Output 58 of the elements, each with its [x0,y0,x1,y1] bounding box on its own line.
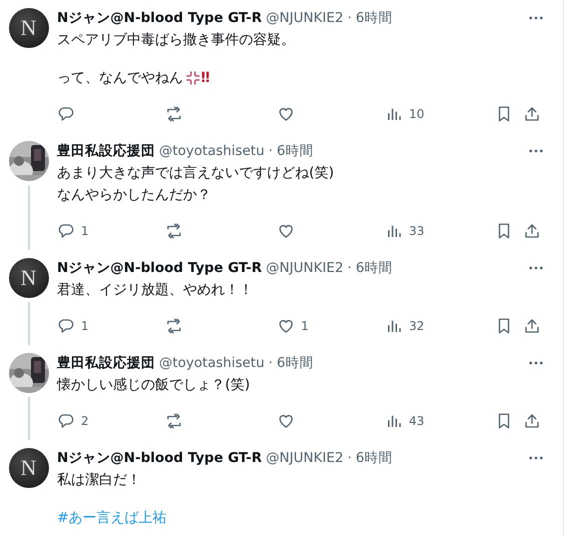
post-text: スペアリブ中毒ばら撒き事件の容疑。 [57,31,295,50]
heart-icon[interactable] [277,105,295,123]
repost-icon[interactable] [165,105,183,123]
separator-dot: · [347,10,352,26]
reply-count: 2 [81,414,89,428]
avatar[interactable]: N [8,8,48,48]
reply-icon[interactable] [57,105,75,123]
share-icon[interactable] [523,222,541,240]
exclamation-mark: ‼ [201,69,210,88]
reply-count: 1 [81,319,89,333]
separator-dot: · [268,355,273,371]
post-time[interactable]: 6時間 [276,142,314,160]
avatar-letter: N [20,265,36,291]
heart-icon[interactable] [277,222,295,240]
share-icon[interactable] [523,105,541,123]
author-handle[interactable]: @NJUNKIE2 [266,260,344,276]
repost-icon[interactable] [165,317,183,335]
author-name[interactable]: 豊田私設応援団 [57,354,155,372]
author-name[interactable]: 豊田私設応援団 [57,142,155,160]
share-icon[interactable] [523,412,541,430]
separator-dot: · [347,450,352,466]
view-count: 10 [409,107,424,121]
separator-dot: · [268,143,273,159]
author-handle[interactable]: @toyotashisetu [159,143,264,159]
reply-icon[interactable] [57,412,75,430]
post-text: 君達、イジリ放題、やめれ！！ [57,281,253,300]
author-name[interactable]: Nジャン@N-blood Type GT-R [57,259,262,277]
post-time[interactable]: 6時間 [356,259,392,277]
author-handle[interactable]: @toyotashisetu [159,355,264,371]
author-handle[interactable]: @NJUNKIE2 [266,450,344,466]
like-count: 1 [301,319,309,333]
post-time[interactable]: 6時間 [276,354,314,372]
post-text: あまり大きな声では言えないですけどね(笑) [57,164,334,183]
heart-icon[interactable] [277,317,295,335]
post-text: 懐かしい感じの飯でしょ？(笑) [57,376,250,395]
avatar[interactable]: N [8,448,48,488]
reply-icon[interactable] [57,222,75,240]
repost-icon[interactable] [165,222,183,240]
view-count: 43 [409,414,424,428]
share-icon[interactable] [523,317,541,335]
separator-dot: · [347,260,352,276]
post-time[interactable]: 6時間 [356,9,392,27]
reply-count: 1 [81,224,89,238]
heart-icon[interactable] [277,412,295,430]
view-count: 32 [409,319,424,333]
repost-icon[interactable] [165,412,183,430]
avatar[interactable]: N [8,258,48,298]
reply-icon[interactable] [57,317,75,335]
author-name[interactable]: Nジャン@N-blood Type GT-R [57,9,262,27]
post-text: なんやらかしたんだか？ [57,186,211,205]
author-handle[interactable]: @NJUNKIE2 [266,10,344,26]
avatar-letter: N [20,455,36,481]
author-name[interactable]: Nジャン@N-blood Type GT-R [57,449,262,467]
view-count: 33 [409,224,424,238]
post-text: って、なんでやねん [57,69,183,88]
post-time[interactable]: 6時間 [356,449,392,467]
post-text: 私は潔白だ！ [57,471,141,490]
avatar-letter: N [20,15,36,41]
